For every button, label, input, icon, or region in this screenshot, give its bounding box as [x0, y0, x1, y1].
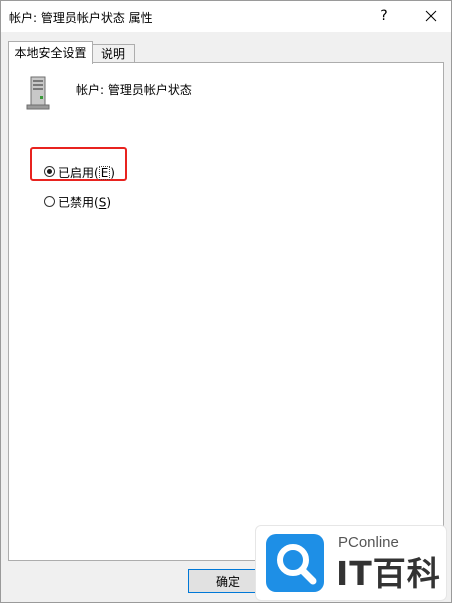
watermark-name: IT百科: [336, 554, 441, 593]
pconline-logo-icon: [266, 534, 324, 592]
accelerator-e: E: [98, 165, 111, 180]
pconline-watermark: PConline IT百科: [255, 525, 447, 601]
disabled-radio-label: 已禁用(S): [58, 195, 112, 210]
tab-local-security-setting[interactable]: 本地安全设置: [8, 41, 93, 64]
help-button[interactable]: ?: [372, 6, 396, 26]
policy-name: 帐户: 管理员帐户状态: [76, 83, 192, 97]
accelerator-s: S: [98, 195, 107, 210]
properties-dialog: 帐户: 管理员帐户状态 属性 ? 本地安全设置 说明 帐户: 管理员帐户状态 已…: [0, 0, 452, 603]
close-button[interactable]: [419, 5, 443, 27]
tab-panel: 帐户: 管理员帐户状态 已启用(E) 已禁用(S): [8, 62, 444, 561]
window-title: 帐户: 管理员帐户状态 属性: [9, 11, 153, 25]
tab-explain[interactable]: 说明: [91, 44, 135, 64]
radio-unchecked-icon[interactable]: [44, 196, 55, 207]
disabled-radio[interactable]: 已禁用(S): [44, 194, 111, 210]
enabled-radio[interactable]: 已启用(E): [44, 164, 115, 180]
radio-checked-icon[interactable]: [44, 166, 55, 177]
enabled-radio-label: 已启用(E): [58, 165, 115, 180]
close-icon: [425, 10, 437, 22]
watermark-brand: PConline: [338, 534, 399, 551]
title-bar: 帐户: 管理员帐户状态 属性 ?: [1, 1, 451, 32]
server-icon: [26, 76, 50, 110]
